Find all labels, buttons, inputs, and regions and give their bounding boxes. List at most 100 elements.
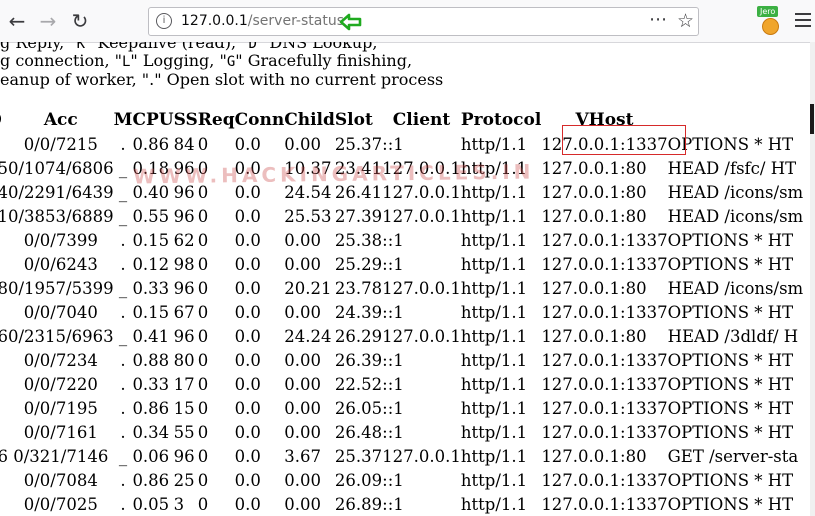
cell-protocol: http/1.1 — [460, 134, 528, 154]
cell-mode: _ — [118, 182, 128, 202]
cell-slot: 26.89 — [334, 494, 383, 514]
table-row: 0/0/7399. 0.15 62 0 0.0 0.00 25.38::1 http/1.1 1… — [0, 228, 803, 252]
cell-protocol: http/1.1 — [460, 206, 528, 226]
cell-child: 0.00 — [284, 254, 321, 274]
cell-acc: 0/0/7220 — [23, 374, 98, 394]
cell-acc: 0/1074/6806 — [8, 158, 114, 178]
header-acc: Acc — [43, 110, 78, 130]
cell-request: OPTIONS * HT — [667, 374, 794, 394]
reload-button[interactable]: ↻ — [66, 7, 94, 35]
cell-request: OPTIONS * HT — [667, 302, 794, 322]
cell-vhost: 127.0.0.1:80 — [541, 206, 647, 226]
cell-client: ::1 — [382, 350, 404, 370]
cell-mode: . — [120, 350, 126, 370]
cell-child: 0.00 — [284, 230, 321, 250]
cell-cpu: 0.34 — [132, 422, 170, 442]
cell-client: ::1 — [382, 422, 404, 442]
cell-request: OPTIONS * HT — [667, 494, 794, 514]
cell-acc: 0/0/7040 — [23, 302, 98, 322]
cell-conn: 0.0 — [234, 470, 261, 490]
cell-slot: 26.39 — [334, 350, 383, 370]
cell-protocol: http/1.1 — [460, 398, 528, 418]
cell-mode: _ — [118, 158, 128, 178]
cell-req: 0 — [197, 422, 209, 442]
cell-req: 0 — [197, 326, 209, 346]
arrow-left-icon: ← — [8, 9, 26, 33]
page-content: g Reply, "K" Keepalive (read), "D" DNS L… — [0, 42, 815, 516]
cell-acc: 0/0/7234 — [23, 350, 98, 370]
cell-client: ::1 — [382, 302, 404, 322]
table-body: 0/0/7215. 0.86 84 0 0.0 0.00 25.37::1 http/1.1 1… — [0, 132, 803, 516]
cell-conn: 0.0 — [234, 494, 261, 514]
arrow-right-icon: → — [39, 9, 57, 33]
cell-req: 0 — [197, 278, 209, 298]
ellipsis-icon[interactable]: ⋯ — [649, 9, 667, 30]
cell-child: 3.67 — [284, 446, 321, 466]
cell-ss: 80 — [173, 350, 195, 370]
forward-button[interactable]: → — [34, 7, 62, 35]
back-button[interactable]: ← — [3, 7, 31, 35]
cell-req: 0 — [197, 470, 209, 490]
cell-request: OPTIONS * HT — [667, 398, 794, 418]
cell-srv — [0, 372, 8, 396]
cell-srv — [0, 468, 8, 492]
cell-req: 0 — [197, 374, 209, 394]
cell-mode: . — [120, 230, 126, 250]
cell-req: 0 — [197, 254, 209, 274]
cell-request: OPTIONS * HT — [667, 350, 794, 370]
url-text[interactable]: 127.0.0.1/server-status — [181, 13, 344, 29]
cell-mode: . — [120, 302, 126, 322]
legend-line-3: eanup of worker, "." Open slot with no c… — [0, 70, 444, 89]
cell-vhost: 127.0.0.1:1337 — [541, 374, 668, 394]
cell-cpu: 0.86 — [132, 134, 170, 154]
cell-client: ::1 — [382, 230, 404, 250]
cell-vhost: 127.0.0.1:80 — [541, 158, 647, 178]
header-req: Req — [197, 110, 235, 130]
cell-mode: . — [120, 134, 126, 154]
cell-protocol: http/1.1 — [460, 326, 528, 346]
star-icon[interactable]: ☆ — [677, 10, 694, 32]
cell-vhost: 127.0.0.1:1337 — [541, 134, 668, 154]
hamburger-menu-icon[interactable] — [793, 9, 815, 33]
profile-avatar[interactable]: Jero — [757, 6, 785, 36]
info-icon[interactable]: i — [156, 13, 172, 29]
cell-cpu: 0.15 — [132, 230, 170, 250]
cell-slot: 22.52 — [334, 374, 383, 394]
cell-vhost: 127.0.0.1:1337 — [541, 470, 668, 490]
cell-ss: 67 — [173, 302, 195, 322]
table-row: 0/0/6243. 0.12 98 0 0.0 0.00 25.29::1 http/1.1 1… — [0, 252, 803, 276]
table-row: 0/0/7220. 0.33 17 0 0.0 0.00 22.52::1 http/1.1 1… — [0, 372, 803, 396]
table-row: 0/0/7040. 0.15 67 0 0.0 0.00 24.39::1 http/1.1 1… — [0, 300, 803, 324]
cell-conn: 0.0 — [234, 302, 261, 322]
cell-srv — [0, 252, 8, 276]
scrollbar-thumb[interactable] — [810, 104, 814, 134]
header-cpu: CPU — [132, 110, 174, 130]
cell-mode: . — [120, 374, 126, 394]
cell-conn: 0.0 — [234, 278, 261, 298]
cell-cpu: 0.05 — [132, 494, 170, 514]
cell-slot: 26.29 — [334, 326, 383, 346]
cell-cpu: 0.33 — [132, 278, 170, 298]
cell-acc: 0/0/7399 — [23, 230, 98, 250]
cell-slot: 23.78 — [334, 278, 383, 298]
cell-cpu: 0.86 — [132, 398, 170, 418]
browser-toolbar: ← → ↻ i 127.0.0.1/server-status ⋯ ☆ Jero — [0, 0, 815, 43]
cell-vhost: 127.0.0.1:1337 — [541, 350, 668, 370]
address-bar[interactable]: i 127.0.0.1/server-status ⋯ ☆ — [148, 7, 699, 36]
scrollbar[interactable] — [810, 42, 815, 516]
cell-protocol: http/1.1 — [460, 278, 528, 298]
cell-vhost: 127.0.0.1:1337 — [541, 494, 668, 514]
cell-client: ::1 — [382, 374, 404, 394]
cell-cpu: 0.86 — [132, 470, 170, 490]
cell-slot: 25.37 — [334, 134, 383, 154]
cell-srv — [0, 396, 8, 420]
cell-acc: 0/0/6243 — [23, 254, 98, 274]
cell-vhost: 127.0.0.1:1337 — [541, 398, 668, 418]
cell-srv — [0, 348, 8, 372]
cell-protocol: http/1.1 — [460, 350, 528, 370]
cell-child: 24.24 — [284, 326, 332, 346]
cell-mode: _ — [118, 446, 128, 466]
cell-request: HEAD /icons/sm — [667, 182, 804, 202]
cell-protocol: http/1.1 — [460, 422, 528, 442]
table-row: 960/2315/6963_0.419600.024.2426.29127.0.… — [0, 324, 803, 348]
